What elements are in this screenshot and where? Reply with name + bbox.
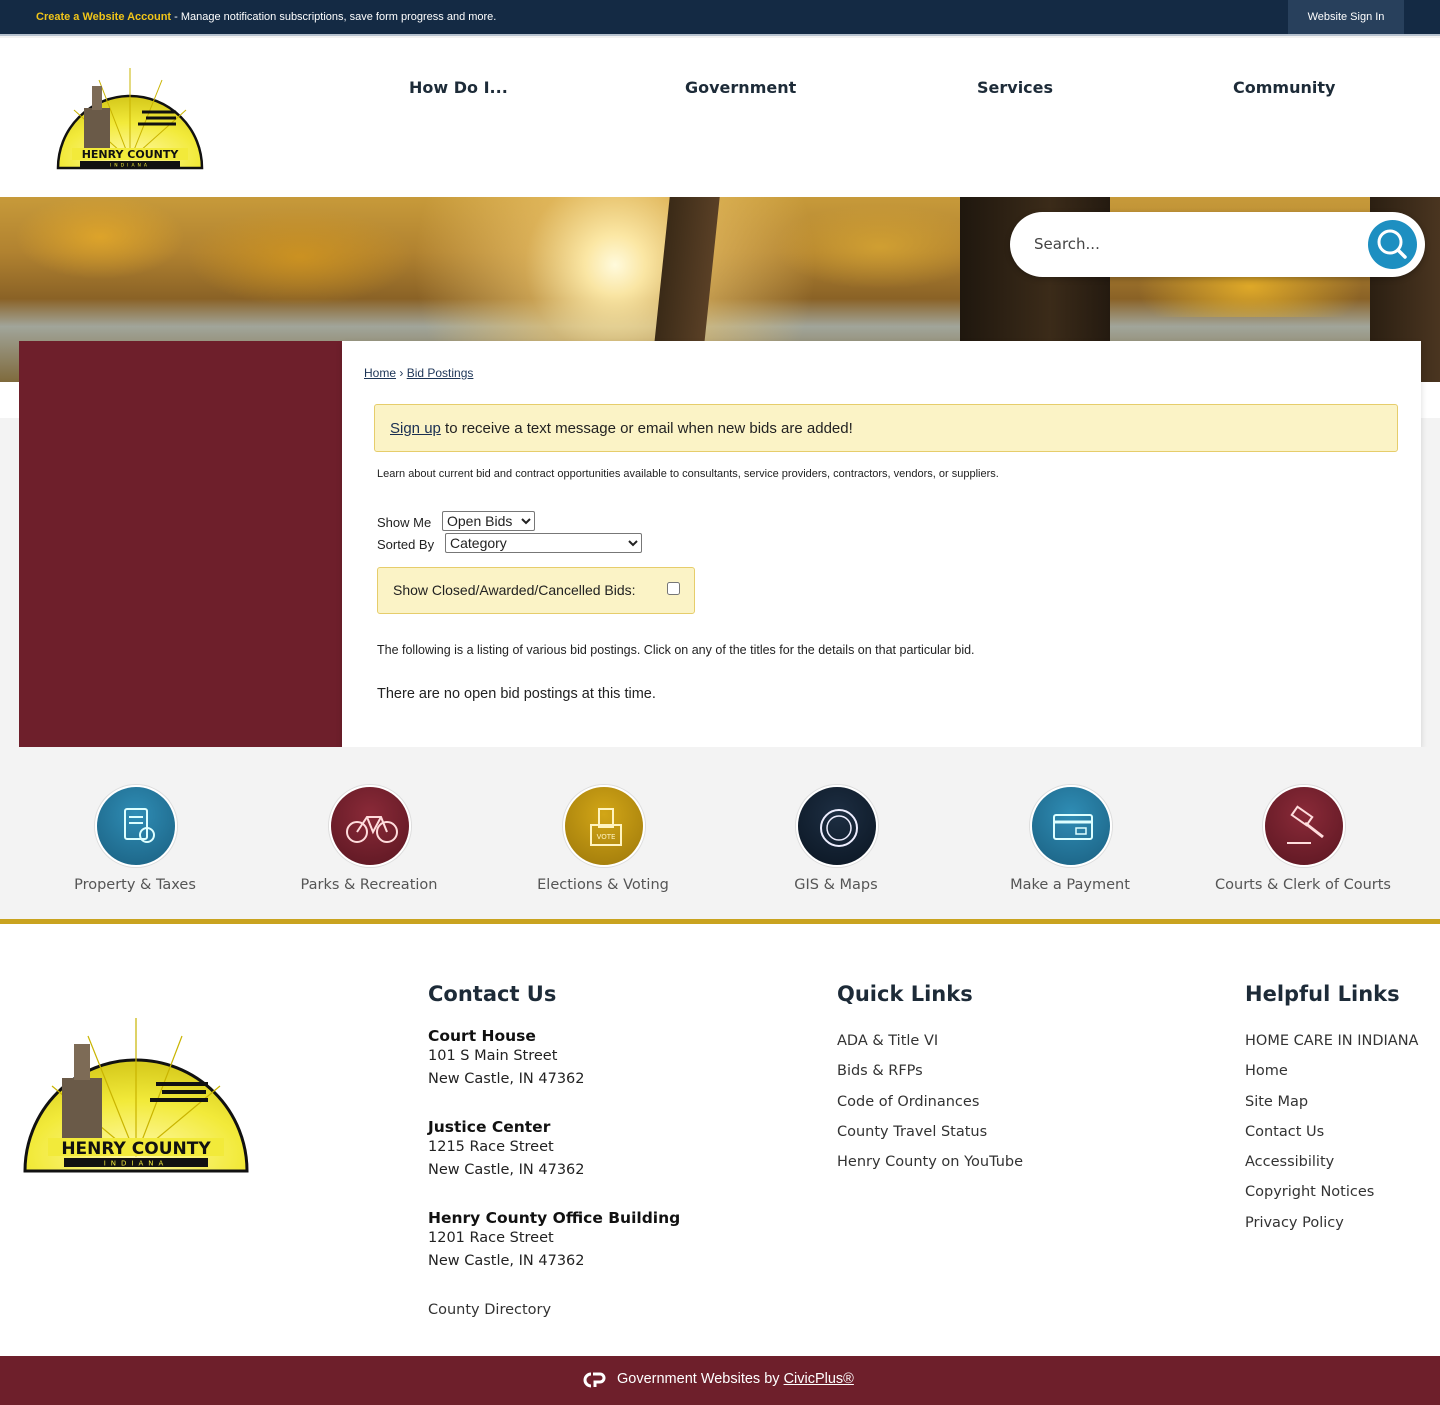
search-icon (1377, 229, 1407, 259)
helpful-link-contact[interactable]: Contact Us (1245, 1117, 1435, 1147)
gavel-icon (1263, 785, 1345, 867)
site-header: HENRY COUNTY INDIANA How Do I... Governm… (0, 38, 1440, 197)
helpful-link-privacy[interactable]: Privacy Policy (1245, 1208, 1435, 1238)
site-search (1010, 212, 1425, 277)
quicklink-parks-recreation[interactable]: Parks & Recreation (259, 785, 479, 905)
credit-card-icon (1030, 785, 1112, 867)
account-message-text: - Manage notification subscriptions, sav… (171, 11, 497, 23)
location-name: Court House (428, 1027, 536, 1045)
location-city: New Castle, IN 47362 (428, 1161, 585, 1178)
signup-link[interactable]: Sign up (390, 420, 441, 437)
breadcrumb-home[interactable]: Home (364, 366, 396, 380)
footer-contact: Contact Us Court House 101 S Main Street… (428, 982, 748, 1342)
henry-county-logo[interactable]: HENRY COUNTY INDIANA (54, 60, 206, 172)
quicklink-property-taxes[interactable]: Property & Taxes (25, 785, 245, 905)
civicplus-link[interactable]: CivicPlus® (784, 1371, 854, 1387)
search-input[interactable] (1034, 228, 1354, 260)
tax-document-icon (95, 785, 177, 867)
sorted-by-label: Sorted By (377, 537, 435, 552)
search-button[interactable] (1368, 220, 1417, 269)
location-street: 1201 Race Street (428, 1230, 554, 1246)
nav-how-do-i[interactable]: How Do I... (409, 78, 508, 97)
account-message: Create a Website Account - Manage notifi… (36, 11, 496, 23)
quicklink-elections-voting[interactable]: VOTE Elections & Voting (493, 785, 713, 905)
location-street: 1215 Race Street (428, 1139, 554, 1155)
ballot-box-icon: VOTE (563, 785, 645, 867)
nav-community[interactable]: Community (1233, 78, 1335, 97)
signup-alert: Sign up to receive a text message or ema… (374, 404, 1398, 452)
breadcrumb-separator: › (399, 366, 404, 380)
civicplus-icon (583, 1372, 606, 1388)
quicklink-label: Courts & Clerk of Courts (1215, 877, 1391, 893)
helpful-link-accessibility[interactable]: Accessibility (1245, 1147, 1435, 1177)
civicplus-credit-text: Government Websites by (617, 1371, 784, 1387)
footer-quick-links-heading: Quick Links (837, 982, 973, 1006)
breadcrumb-bid-postings[interactable]: Bid Postings (407, 366, 474, 380)
closed-bids-filter: Show Closed/Awarded/Cancelled Bids: (377, 567, 695, 614)
nav-government[interactable]: Government (685, 78, 796, 97)
sign-in-button[interactable]: Website Sign In (1288, 0, 1404, 34)
quick-link-ada[interactable]: ADA & Title VI (837, 1026, 1137, 1056)
footer-logo-wordmark: HENRY COUNTY (61, 1139, 211, 1159)
no-bids-message: There are no open bid postings at this t… (377, 686, 656, 702)
quicklink-gis-maps[interactable]: GIS & Maps (726, 785, 946, 905)
helpful-link-site-map[interactable]: Site Map (1245, 1087, 1435, 1117)
helpful-link-home-care[interactable]: HOME CARE IN INDIANA (1245, 1026, 1435, 1056)
site-footer: HENRY COUNTY INDIANA Contact Us Court Ho… (0, 924, 1440, 1356)
quicklink-label: Property & Taxes (74, 877, 196, 893)
quick-link-ordinances[interactable]: Code of Ordinances (837, 1087, 1137, 1117)
quicklink-courts-clerk[interactable]: Courts & Clerk of Courts (1193, 785, 1413, 905)
quicklink-label: GIS & Maps (794, 877, 878, 893)
left-sidebar (19, 341, 342, 747)
location-city: New Castle, IN 47362 (428, 1070, 585, 1087)
listing-description: The following is a listing of various bi… (377, 643, 975, 657)
logo-subtext: INDIANA (110, 163, 150, 169)
helpful-link-home[interactable]: Home (1245, 1056, 1435, 1086)
quick-link-bids[interactable]: Bids & RFPs (837, 1056, 1137, 1086)
footer-helpful-links: Helpful Links HOME CARE IN INDIANA Home … (1245, 982, 1435, 1238)
footer-helpful-links-heading: Helpful Links (1245, 982, 1400, 1006)
quick-link-travel-status[interactable]: County Travel Status (837, 1117, 1137, 1147)
nav-services[interactable]: Services (977, 78, 1053, 97)
helpful-link-copyright[interactable]: Copyright Notices (1245, 1177, 1435, 1207)
quicklink-label: Elections & Voting (537, 877, 669, 893)
location-street: 101 S Main Street (428, 1048, 558, 1064)
sorted-by-select[interactable]: Category (445, 533, 642, 553)
civicplus-credit: Government Websites by CivicPlus® (617, 1371, 854, 1387)
address-court-house: Court House 101 S Main Street New Castle… (428, 1027, 585, 1090)
address-office-building: Henry County Office Building 1201 Race S… (428, 1209, 680, 1272)
quicklink-make-payment[interactable]: Make a Payment (960, 785, 1180, 905)
svg-text:VOTE: VOTE (597, 833, 616, 841)
address-justice-center: Justice Center 1215 Race Street New Cast… (428, 1118, 585, 1181)
top-utility-bar: Create a Website Account - Manage notifi… (0, 0, 1440, 36)
quicklink-label: Parks & Recreation (300, 877, 438, 893)
county-directory-link[interactable]: County Directory (428, 1295, 551, 1325)
quicklink-label: Make a Payment (1010, 877, 1130, 893)
bicycle-icon (329, 785, 411, 867)
location-city: New Castle, IN 47362 (428, 1252, 585, 1269)
compass-icon (796, 785, 878, 867)
location-name: Justice Center (428, 1118, 551, 1136)
footer-contact-heading: Contact Us (428, 982, 557, 1006)
main-content: Home › Bid Postings Sign up to receive a… (342, 341, 1421, 747)
location-name: Henry County Office Building (428, 1209, 681, 1227)
intro-text: Learn about current bid and contract opp… (377, 468, 999, 480)
footer-quick-links: Quick Links ADA & Title VI Bids & RFPs C… (837, 982, 1137, 1177)
quick-link-youtube[interactable]: Henry County on YouTube (837, 1147, 1137, 1177)
create-account-link[interactable]: Create a Website Account (36, 11, 171, 23)
signup-alert-text: to receive a text message or email when … (440, 420, 853, 437)
breadcrumb: Home › Bid Postings (364, 366, 473, 380)
quick-links-row: Property & Taxes Parks & Recreation VOTE… (0, 747, 1440, 919)
closed-bids-checkbox[interactable] (667, 582, 680, 595)
logo-wordmark: HENRY COUNTY (82, 148, 180, 161)
closed-bids-label: Show Closed/Awarded/Cancelled Bids: (393, 582, 636, 598)
show-me-select[interactable]: Open Bids (442, 511, 535, 531)
civicplus-bar: Government Websites by CivicPlus® (0, 1356, 1440, 1405)
footer-logo-subtext: INDIANA (104, 1160, 169, 1168)
show-me-label: Show Me (377, 515, 432, 530)
footer-logo[interactable]: HENRY COUNTY INDIANA (22, 1006, 250, 1176)
